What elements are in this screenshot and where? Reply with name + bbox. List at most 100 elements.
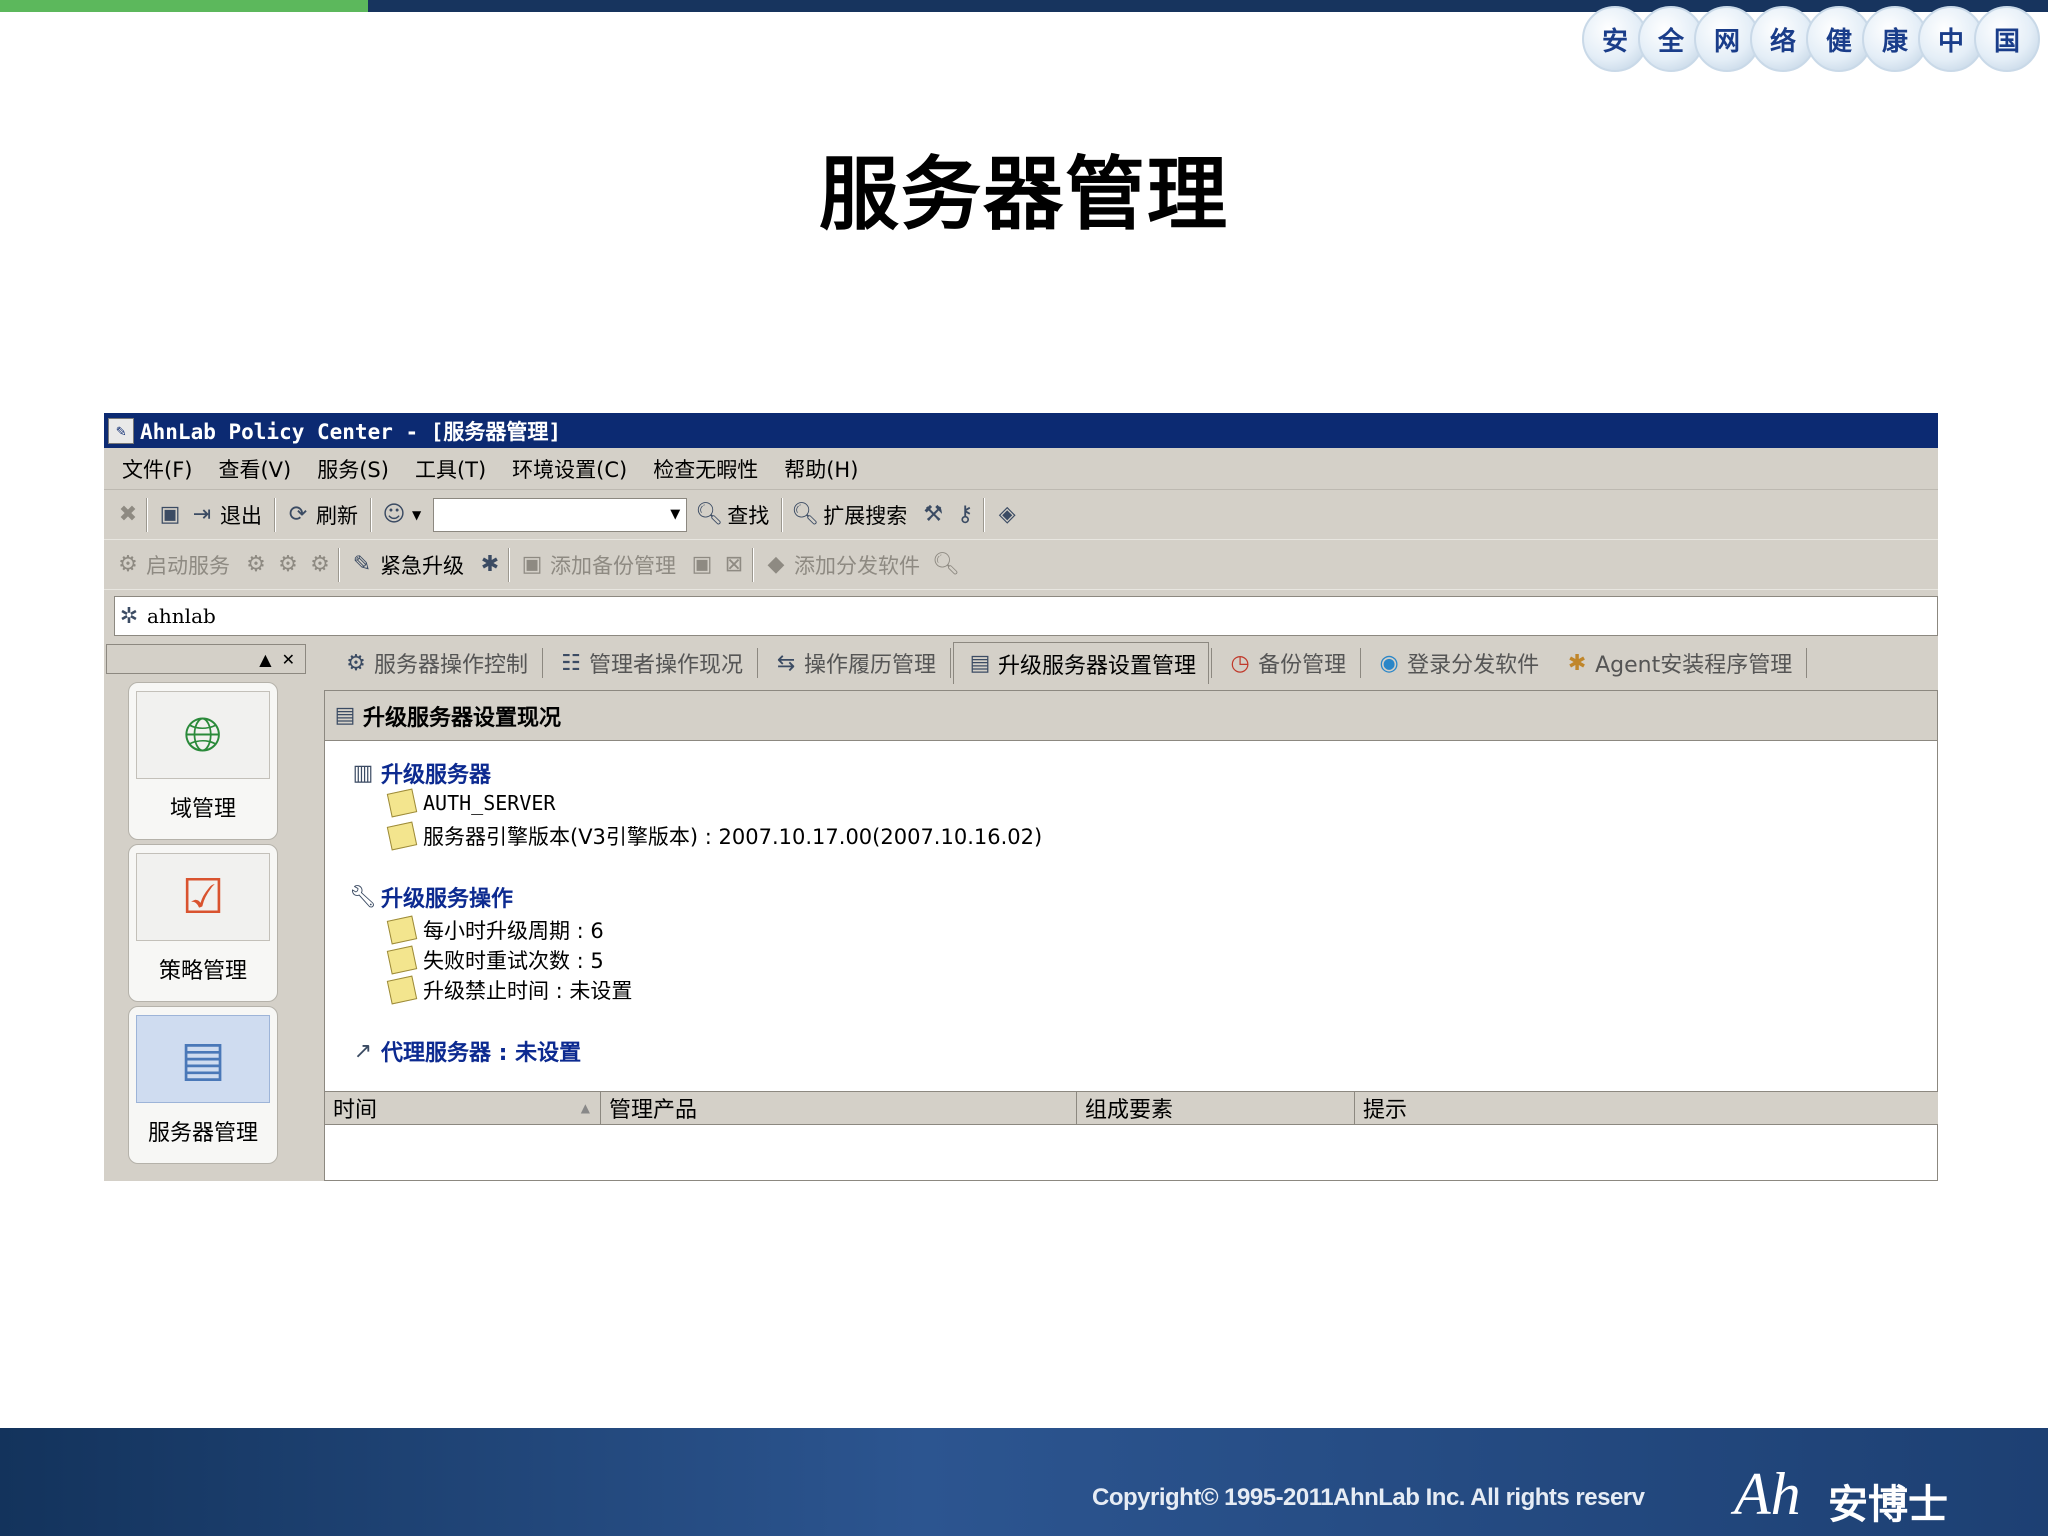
users-icon: ☺ [382, 502, 406, 527]
proxy-icon: ↗ [353, 1038, 373, 1064]
col-label: 组成要素 [1085, 1098, 1174, 1123]
close-icon[interactable]: ✕ [282, 650, 295, 669]
tab-server-control[interactable]: ⚙ 服务器操作控制 [330, 642, 540, 684]
list-item: 升级禁止时间 : 未设置 [386, 975, 632, 1005]
menu-tools[interactable]: 工具(T) [415, 454, 486, 484]
content-header: ▤ 升级服务器设置现况 [325, 691, 1937, 741]
emergency-upgrade-button[interactable]: ✎ 紧急升级 [348, 550, 464, 580]
tab-separator [1360, 648, 1362, 678]
col-product[interactable]: 管理产品 [601, 1091, 1077, 1125]
disk-delete-icon[interactable]: ⊠ [720, 551, 748, 579]
menu-view[interactable]: 查看(V) [218, 454, 291, 484]
tab-agent-installer[interactable]: ✱ Agent安装程序管理 [1551, 642, 1804, 684]
tab-separator [950, 648, 952, 678]
tab-backup[interactable]: ◷ 备份管理 [1214, 642, 1358, 684]
menu-check[interactable]: 检查无暇性 [653, 454, 758, 484]
gear-stop-icon[interactable]: ⚙ [242, 551, 270, 579]
disk-edit-icon[interactable]: ▣ [688, 551, 716, 579]
col-label: 提示 [1363, 1098, 1408, 1123]
combo-arrow-icon[interactable]: ▼ [664, 499, 686, 531]
find-button[interactable]: 🔍︎ 查找 [695, 500, 769, 530]
search-combo[interactable]: ▼ [433, 497, 688, 532]
book-icon[interactable]: ◈ [993, 501, 1021, 529]
tab-admin-status[interactable]: ☷ 管理者操作现况 [545, 642, 755, 684]
tab-label: 操作履历管理 [804, 653, 937, 678]
tools-icon[interactable]: ⚒ [919, 501, 947, 529]
service-toolbar: ⚙ 启动服务 ⚙ ⚙ ⚙ ✎ 紧急升级 ✱ ▣ 添加备份管理 ▣ ⊠ ◆ 添加分… [104, 540, 1938, 590]
menu-file[interactable]: 文件(F) [122, 454, 192, 484]
section-title: 升级服务操作 [381, 887, 514, 912]
slide-top-accent [0, 0, 368, 12]
col-label: 管理产品 [609, 1098, 698, 1123]
refresh-icon: ⟳ [288, 502, 308, 527]
users-dropdown-button[interactable]: ☺ ▼ [380, 501, 422, 529]
tab-bar: ⚙ 服务器操作控制 ☷ 管理者操作现况 ⇆ 操作履历管理 ▤ 升级服务器设置管理… [320, 638, 1938, 688]
collapse-icon[interactable]: ▲ [259, 650, 271, 669]
note-icon [386, 821, 418, 851]
retry-count: 失败时重试次数 : 5 [423, 949, 604, 973]
tab-label: 登录分发软件 [1407, 653, 1540, 678]
server-control-icon: ⚙ [346, 650, 366, 676]
tab-label: 服务器操作控制 [374, 653, 529, 678]
tab-upgrade-server[interactable]: ▤ 升级服务器设置管理 [953, 642, 1210, 684]
add-backup-button[interactable]: ▣ 添加备份管理 [518, 550, 676, 580]
tree-icon: ✲ [119, 603, 139, 629]
save-icon[interactable]: ▣ [156, 501, 184, 529]
menu-help[interactable]: 帮助(H) [784, 454, 858, 484]
sort-icon: ▲ [580, 1101, 590, 1115]
menu-settings[interactable]: 环境设置(C) [512, 454, 627, 484]
dist-search-icon[interactable]: 🔍︎ [932, 551, 960, 579]
note-icon [386, 788, 418, 818]
window-title: AhnLab Policy Center - [服务器管理] [140, 419, 562, 444]
slogan-badges: 安 全 网 络 健 康 中 国 [1582, 6, 2040, 78]
section-proxy: ↗ 代理服务器 : 未设置 [349, 1035, 581, 1067]
app-window: ✎ AhnLab Policy Center - [服务器管理] 文件(F) 查… [104, 413, 1938, 1181]
nav-domain-label: 域管理 [169, 797, 236, 822]
col-component[interactable]: 组成要素 [1077, 1091, 1355, 1125]
add-dist-label: 添加分发软件 [794, 553, 920, 578]
refresh-button[interactable]: ⟳ 刷新 [284, 500, 358, 530]
gear-restart-icon[interactable]: ⚙ [306, 551, 334, 579]
address-bar[interactable]: ✲ ahnlab [114, 596, 1938, 636]
server-name: AUTH_SERVER [423, 791, 556, 815]
toolbar-separator [146, 497, 148, 532]
find-label: 查找 [727, 503, 770, 528]
disconnect-icon[interactable]: ✖ [114, 501, 142, 529]
chevron-down-icon: ▼ [412, 507, 422, 522]
main-toolbar: ✖ ▣ ⇥ 退出 ⟳ 刷新 ☺ ▼ ▼ 🔍︎ 查找 🔍︎ 扩展搜索 ⚒ ⚷ ◈ [104, 490, 1938, 540]
dist-icon: ◆ [767, 552, 785, 577]
new-upgrade-icon[interactable]: ✱ [476, 551, 504, 579]
add-backup-label: 添加备份管理 [550, 553, 676, 578]
section-title: 升级服务器 [381, 763, 492, 788]
toolbar-separator [752, 547, 754, 582]
toolbar-separator [781, 497, 784, 532]
tab-separator [757, 648, 759, 678]
tab-label: 升级服务器设置管理 [998, 653, 1197, 679]
menu-service[interactable]: 服务(S) [317, 454, 389, 484]
tab-label: 管理者操作现况 [589, 653, 744, 678]
nav-domain[interactable]: 🌐︎ 域管理 [128, 682, 278, 840]
content-panel: ▤ 升级服务器设置现况 ▥ 升级服务器 AUTH_SERVER 服务器引擎版本(… [324, 690, 1938, 1181]
list-item: 服务器引擎版本(V3引擎版本) : 2007.10.17.00(2007.10.… [386, 821, 1042, 851]
nav-server[interactable]: ▤ 服务器管理 [128, 1006, 278, 1164]
add-dist-button[interactable]: ◆ 添加分发软件 [762, 550, 920, 580]
history-icon: ⇆ [776, 650, 796, 676]
list-item: AUTH_SERVER [386, 788, 556, 818]
list-item: 失败时重试次数 : 5 [386, 945, 604, 975]
tab-dist-software[interactable]: ◉ 登录分发软件 [1363, 642, 1551, 684]
nav-policy[interactable]: ☑ 策略管理 [128, 844, 278, 1002]
left-pane-header: ▲ ✕ [106, 644, 306, 674]
start-service-label: 启动服务 [146, 553, 230, 578]
ext-search-button[interactable]: 🔍︎ 扩展搜索 [791, 500, 907, 530]
col-hint[interactable]: 提示 [1355, 1091, 1938, 1125]
start-service-button[interactable]: ⚙ 启动服务 [114, 550, 230, 580]
gear-pause-icon[interactable]: ⚙ [274, 551, 302, 579]
nav-server-label: 服务器管理 [147, 1121, 258, 1146]
slogan-badge: 国 [1974, 6, 2040, 72]
section-upgrade-server: ▥ 升级服务器 [349, 757, 491, 789]
key-icon[interactable]: ⚷ [951, 501, 979, 529]
toolbar-separator [983, 497, 986, 532]
col-time[interactable]: 时间 ▲ [325, 1091, 601, 1125]
exit-button[interactable]: ⇥ 退出 [188, 500, 262, 530]
tab-history[interactable]: ⇆ 操作履历管理 [760, 642, 948, 684]
